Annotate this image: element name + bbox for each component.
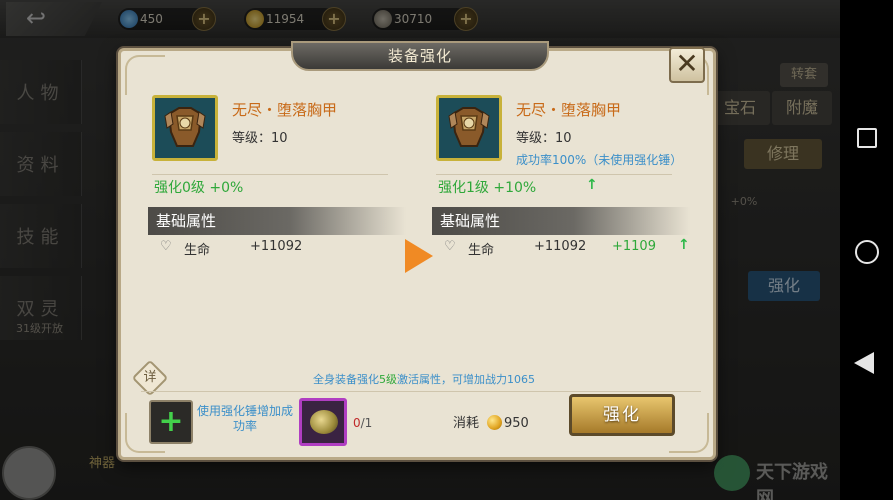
game-screen: ↩ 450 + 11954 + 30710 + 人物 资料 技能 双灵 31级开… xyxy=(0,0,840,500)
attribute-row: ♡ 生命 +11092 +1109 xyxy=(444,239,694,258)
heart-icon: ♡ xyxy=(160,239,172,254)
attribute-increase: +1109 xyxy=(612,239,656,254)
base-attributes-header: 基础属性 xyxy=(148,207,406,235)
hammer-stone-icon xyxy=(310,410,338,434)
item-name: 无尽・堕落胸甲 xyxy=(232,101,338,119)
banner-text: 全身装备强化 xyxy=(313,373,379,386)
divider xyxy=(152,174,388,175)
cost-label: 消耗 xyxy=(453,416,480,431)
attribute-row: ♡ 生命 +11092 xyxy=(160,239,410,258)
watermark: 天下游戏网 xyxy=(756,462,828,500)
enhance-action-bar: + 使用强化锤增加成功率 0/1 消耗 950 强化 xyxy=(141,391,701,449)
divider xyxy=(436,174,672,175)
current-equipment-panel: 无尽・堕落胸甲 等级：10 强化0级 +0% 基础属性 ♡ 生命 +11092 xyxy=(148,51,418,361)
watermark-logo-icon xyxy=(714,455,750,491)
set-bonus-banner: 全身装备强化5级激活属性，可增加战力1065 xyxy=(289,371,559,387)
up-arrow-icon: ↑ xyxy=(678,237,690,253)
success-rate: 成功率100%（未使用强化锤） xyxy=(516,153,683,167)
banner-text: 激活属性，可增加战力1065 xyxy=(397,373,535,386)
item-level: 等级：10 xyxy=(516,131,572,146)
item-name: 无尽・堕落胸甲 xyxy=(516,101,622,119)
recent-apps-icon[interactable] xyxy=(857,128,877,148)
android-nav-bar xyxy=(840,0,893,500)
cost: 消耗 950 xyxy=(453,412,529,431)
enhance-dialog: 装备强化 ✕ 无尽・堕落胸甲 等级：10 强化0级 +0% 基础属性 ♡ 生命 xyxy=(118,41,716,460)
attribute-value: +11092 xyxy=(534,239,587,254)
attribute-value: +11092 xyxy=(250,239,303,254)
hammer-count-used: 0 xyxy=(353,416,361,430)
up-arrow-icon: ↑ xyxy=(586,177,598,193)
enhance-level: 强化0级 +0% xyxy=(154,180,244,196)
next-equipment-panel: 无尽・堕落胸甲 等级：10 成功率100%（未使用强化锤） 强化1级 +10% … xyxy=(432,51,702,361)
cost-value: 950 xyxy=(504,416,529,431)
add-hammer-button[interactable]: + xyxy=(149,400,193,444)
attribute-name: 生命 xyxy=(184,243,211,258)
chest-armor-icon[interactable] xyxy=(152,95,218,161)
banner-highlight: 5级 xyxy=(379,373,397,386)
enhance-hammer-slot[interactable] xyxy=(299,398,347,446)
back-triangle-icon[interactable] xyxy=(854,352,874,374)
enhance-level: 强化1级 +10% xyxy=(438,180,537,196)
gold-coin-icon xyxy=(487,415,503,430)
home-icon[interactable] xyxy=(855,240,879,264)
chest-armor-icon[interactable] xyxy=(436,95,502,161)
detail-label: 详 xyxy=(143,370,157,385)
enhance-button[interactable]: 强化 xyxy=(569,394,675,436)
item-level: 等级：10 xyxy=(232,131,288,146)
hammer-count-rest: /1 xyxy=(360,416,373,430)
base-attributes-header: 基础属性 xyxy=(432,207,690,235)
heart-icon: ♡ xyxy=(444,239,456,254)
attribute-name: 生命 xyxy=(468,243,495,258)
hammer-count: 0/1 xyxy=(353,416,372,430)
arrow-right-icon xyxy=(405,239,433,273)
add-hammer-text: 使用强化锤增加成功率 xyxy=(197,404,294,433)
